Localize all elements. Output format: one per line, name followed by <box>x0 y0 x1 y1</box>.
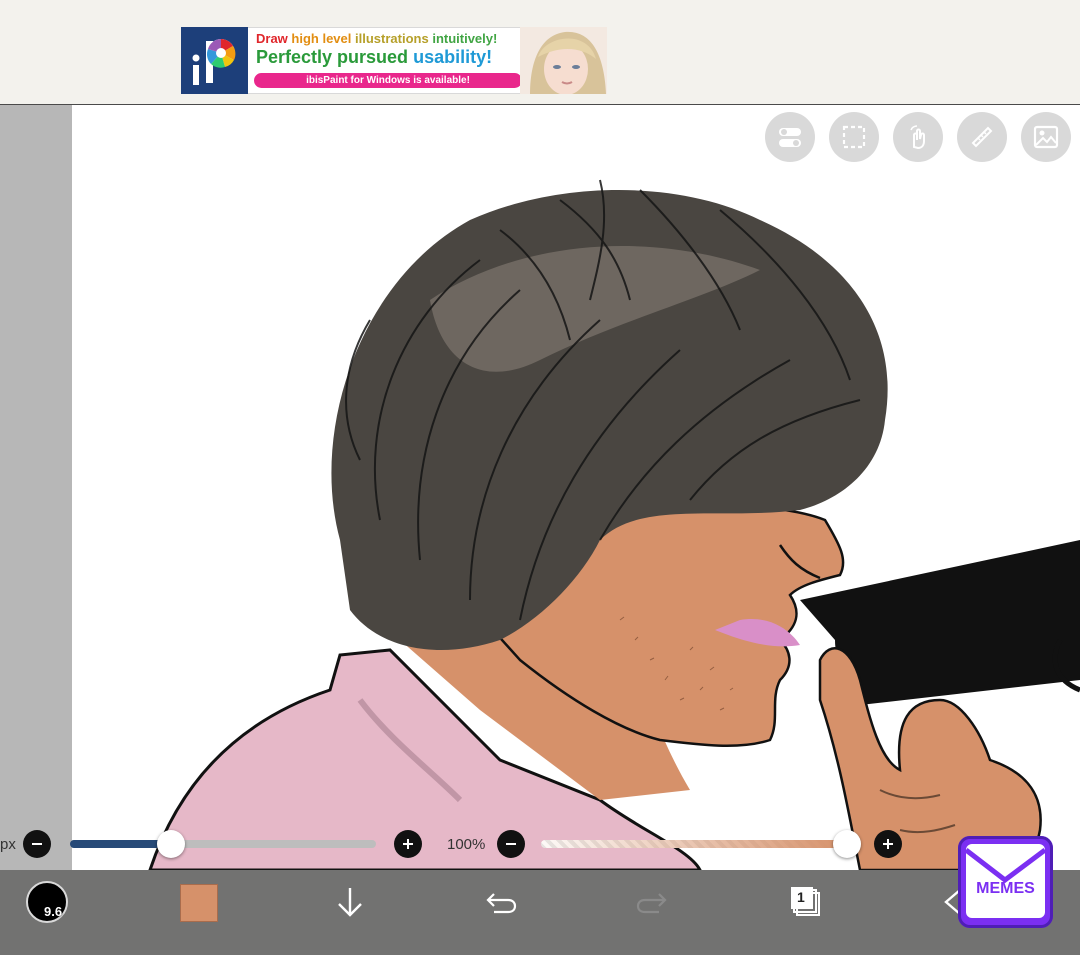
brush-size-fill <box>70 840 171 848</box>
gesture-icon <box>910 125 925 150</box>
plus-icon <box>883 839 893 849</box>
ad-word-high-level: high level <box>291 31 352 46</box>
minus-icon <box>32 843 42 845</box>
ibispaint-logo <box>181 27 248 94</box>
brush-size-slider-thumb[interactable] <box>157 830 185 858</box>
ad-tagline: Perfectly pursued usability! <box>256 47 492 68</box>
bottom-toolbar: 9.6 1 <box>0 870 1080 955</box>
selection-button[interactable] <box>829 112 879 162</box>
ad-word-intuitively: intuitively! <box>432 31 498 46</box>
canvas-left-margin <box>0 105 72 870</box>
brush-size-decrease-button[interactable] <box>23 830 51 858</box>
ad-headline: Draw high level illustrations intuitivel… <box>256 31 497 46</box>
reference-image-icon <box>1033 125 1059 149</box>
redo-button[interactable] <box>632 882 672 922</box>
ad-character-image <box>520 27 607 94</box>
toggle-button[interactable] <box>765 112 815 162</box>
brush-preview-button[interactable]: 9.6 <box>26 881 68 923</box>
ad-footer-pill: ibisPaint for Windows is available! <box>254 73 522 88</box>
undo-icon <box>486 893 517 914</box>
memes-badge: MEMES <box>958 836 1053 928</box>
toggle-icon <box>779 128 801 147</box>
ruler-icon <box>971 126 993 148</box>
ruler-button[interactable] <box>957 112 1007 162</box>
opacity-label: 100% <box>447 836 486 853</box>
reference-image-button[interactable] <box>1021 112 1071 162</box>
ad-bar: Draw high level illustrations intuitivel… <box>0 0 1080 104</box>
drawing-canvas[interactable] <box>72 105 1080 870</box>
layer-count: 1 <box>797 889 805 905</box>
layers-button[interactable]: 1 <box>788 884 824 920</box>
memes-text: MEMES <box>976 880 1035 897</box>
opacity-fill <box>541 840 847 848</box>
undo-button[interactable] <box>481 882 521 922</box>
down-arrow-button[interactable] <box>330 882 370 922</box>
layers-icon <box>791 887 820 916</box>
opacity-decrease-button[interactable] <box>497 830 525 858</box>
redo-icon <box>636 893 667 914</box>
color-swatch[interactable] <box>180 884 218 922</box>
plus-icon <box>403 839 413 849</box>
ad-word-perfectly: Perfectly pursued <box>256 47 409 67</box>
opacity-increase-button[interactable] <box>874 830 902 858</box>
ad-word-draw: Draw <box>256 31 288 46</box>
opacity-slider-thumb[interactable] <box>833 830 861 858</box>
gesture-button[interactable] <box>893 112 943 162</box>
brush-size-unit: px <box>0 836 16 853</box>
artwork <box>148 179 1080 870</box>
ad-banner[interactable]: Draw high level illustrations intuitivel… <box>181 27 607 94</box>
down-arrow-icon <box>338 888 362 917</box>
ad-word-illustrations: illustrations <box>355 31 429 46</box>
brush-size-increase-button[interactable] <box>394 830 422 858</box>
minus-icon <box>506 843 516 845</box>
ad-word-usability: usability! <box>413 47 493 67</box>
brush-value: 9.6 <box>44 904 63 919</box>
selection-icon <box>842 125 866 149</box>
